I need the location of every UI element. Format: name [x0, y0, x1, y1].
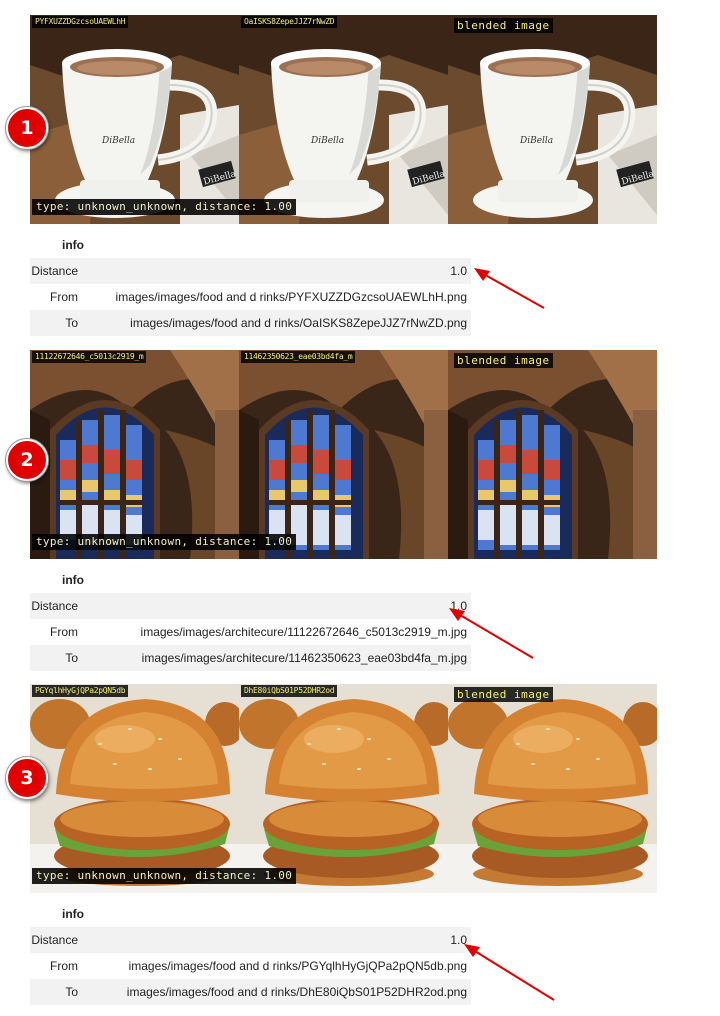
image-caption: PYFXUZZDGzcsoUAEWLhH	[32, 16, 129, 28]
from-value: images/images/food and d rinks/PGYqlhHyG…	[128, 959, 467, 973]
to-value: images/images/food and d rinks/DhE80iQbS…	[126, 985, 467, 999]
from-row: From images/images/food and d rinks/PGYq…	[30, 953, 471, 979]
number-badge: 2	[6, 439, 48, 481]
number-badge: 3	[6, 757, 48, 799]
info-header: info	[62, 573, 84, 587]
info-table-2: info Distance 1.0 From images/images/arc…	[30, 567, 471, 671]
image-caption: DhE80iQbS01P52DHR2od	[241, 685, 338, 697]
type-distance-label: type: unknown_unknown, distance: 1.00	[32, 534, 297, 550]
image-caption: OaISKS8ZepeJJZ7rNwZD	[241, 16, 338, 28]
from-row: From images/images/architecure/111226726…	[30, 619, 471, 645]
to-label: To	[65, 651, 78, 665]
to-value: images/images/food and d rinks/OaISKS8Ze…	[130, 316, 467, 330]
distance-label: Distance	[31, 933, 78, 947]
to-row: To images/images/food and d rinks/DhE80i…	[30, 979, 471, 1005]
coffee-cup-photo: PYFXUZZDGzcsoUAEWLhH	[30, 15, 239, 224]
distance-value: 1.0	[450, 599, 467, 613]
to-label: To	[65, 316, 78, 330]
distance-row: Distance 1.0	[30, 593, 471, 619]
blended-image: blended image	[448, 15, 657, 224]
distance-row: Distance 1.0	[30, 258, 471, 284]
info-header: info	[62, 238, 84, 252]
image-strip-1: PYFXUZZDGzcsoUAEWLhH OaISKS8ZepeJJZ7rNwZ…	[30, 15, 657, 224]
image-caption: blended image	[454, 687, 553, 702]
from-label: From	[50, 625, 78, 639]
number-badge: 1	[6, 107, 48, 149]
distance-row: Distance 1.0	[30, 927, 471, 953]
red-arrow-icon	[474, 268, 545, 309]
info-table-3: info Distance 1.0 From images/images/foo…	[30, 901, 471, 1005]
info-header: info	[62, 907, 84, 921]
red-arrow-icon	[464, 944, 555, 1001]
blended-image: blended image	[448, 684, 657, 893]
chicken-burger-photo: PGYqlhHyGjQPa2pQN5db	[30, 684, 239, 893]
cathedral-window-photo: 11462350623_eae03bd4fa_m	[239, 350, 448, 559]
distance-label: Distance	[31, 599, 78, 613]
blended-image: blended image	[448, 350, 657, 559]
image-caption: 11462350623_eae03bd4fa_m	[241, 351, 356, 363]
distance-value: 1.0	[450, 264, 467, 278]
distance-label: Distance	[31, 264, 78, 278]
from-label: From	[50, 959, 78, 973]
to-row: To images/images/architecure/11462350623…	[30, 645, 471, 671]
from-label: From	[50, 290, 78, 304]
image-caption: PGYqlhHyGjQPa2pQN5db	[32, 685, 129, 697]
to-value: images/images/architecure/11462350623_ea…	[141, 651, 467, 665]
distance-value: 1.0	[450, 933, 467, 947]
from-row: From images/images/food and d rinks/PYFX…	[30, 284, 471, 310]
image-caption: blended image	[454, 18, 553, 33]
from-value: images/images/food and d rinks/PYFXUZZDG…	[115, 290, 467, 304]
to-label: To	[65, 985, 78, 999]
to-row: To images/images/food and d rinks/OaISKS…	[30, 310, 471, 336]
image-caption: blended image	[454, 353, 553, 368]
type-distance-label: type: unknown_unknown, distance: 1.00	[32, 199, 297, 215]
image-strip-2: 11122672646_c5013c2919_m 11462350623_eae…	[30, 350, 657, 559]
chicken-burger-photo: DhE80iQbS01P52DHR2od	[239, 684, 448, 893]
image-strip-3: PGYqlhHyGjQPa2pQN5db DhE80iQbS01P52DHR2o…	[30, 684, 657, 893]
cathedral-window-photo: 11122672646_c5013c2919_m	[30, 350, 239, 559]
coffee-cup-photo: OaISKS8ZepeJJZ7rNwZD	[239, 15, 448, 224]
image-caption: 11122672646_c5013c2919_m	[32, 351, 147, 363]
info-table-1: info Distance 1.0 From images/images/foo…	[30, 232, 471, 336]
type-distance-label: type: unknown_unknown, distance: 1.00	[32, 868, 297, 884]
red-arrow-icon	[449, 608, 534, 659]
from-value: images/images/architecure/11122672646_c5…	[140, 625, 467, 639]
